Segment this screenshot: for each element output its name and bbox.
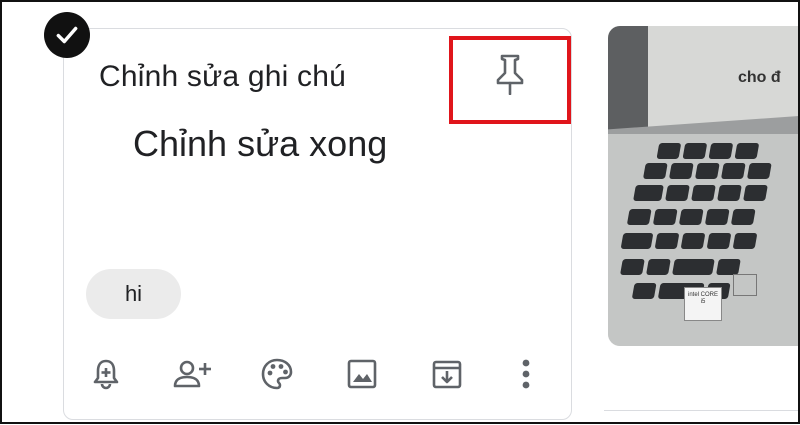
label-chip[interactable]: hi xyxy=(86,269,181,319)
intel-sticker: intel CORE i5 xyxy=(684,287,722,321)
select-check-icon[interactable] xyxy=(44,12,90,58)
person-add-icon xyxy=(172,359,212,394)
remind-me-button[interactable] xyxy=(86,356,126,396)
laptop-screen xyxy=(608,26,648,136)
more-vert-icon xyxy=(521,358,531,395)
laptop-sensor xyxy=(733,274,757,296)
background-options-button[interactable] xyxy=(257,356,297,396)
bell-plus-icon xyxy=(91,358,121,395)
pin-button[interactable] xyxy=(486,52,534,100)
pin-icon xyxy=(493,53,527,100)
image-icon xyxy=(346,358,378,395)
note-title[interactable]: Chỉnh sửa ghi chú xyxy=(99,60,346,94)
more-options-button[interactable] xyxy=(506,356,546,396)
collaborator-button[interactable] xyxy=(172,356,212,396)
add-image-button[interactable] xyxy=(342,356,382,396)
image-caption: cho đ xyxy=(738,69,781,86)
palette-icon xyxy=(260,357,294,396)
archive-icon xyxy=(431,358,463,395)
archive-button[interactable] xyxy=(427,356,467,396)
next-note-card-edge xyxy=(604,410,800,425)
note-body[interactable]: Chỉnh sửa xong xyxy=(133,123,387,165)
